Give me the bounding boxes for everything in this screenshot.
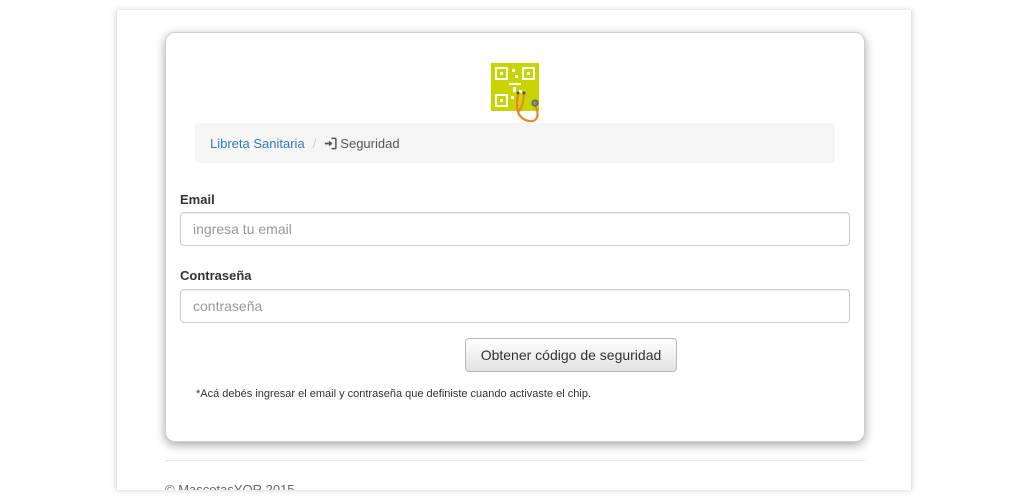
breadcrumb-home-link[interactable]: Libreta Sanitaria <box>210 136 305 151</box>
breadcrumb-current: Seguridad <box>324 135 400 151</box>
password-label: Contraseña <box>180 268 252 283</box>
get-security-code-button[interactable]: Obtener código de seguridad <box>465 338 677 372</box>
breadcrumb-separator: / <box>312 135 317 151</box>
form-hint-text: *Acá debés ingresar el email y contraseñ… <box>196 388 592 400</box>
breadcrumb-current-label: Seguridad <box>340 135 400 151</box>
email-input[interactable] <box>180 212 850 246</box>
footer-copyright: © MascotasYQR 2015 <box>165 482 295 490</box>
sign-in-icon <box>325 137 337 149</box>
breadcrumb: Libreta Sanitaria / Seguridad <box>195 123 835 163</box>
qr-stethoscope-logo-icon <box>491 63 539 123</box>
footer-divider <box>165 460 865 461</box>
login-card: Libreta Sanitaria / Seguridad Email Cont… <box>165 32 865 442</box>
email-label: Email <box>180 192 215 207</box>
password-input[interactable] <box>180 289 850 323</box>
page-container: Libreta Sanitaria / Seguridad Email Cont… <box>116 10 912 490</box>
